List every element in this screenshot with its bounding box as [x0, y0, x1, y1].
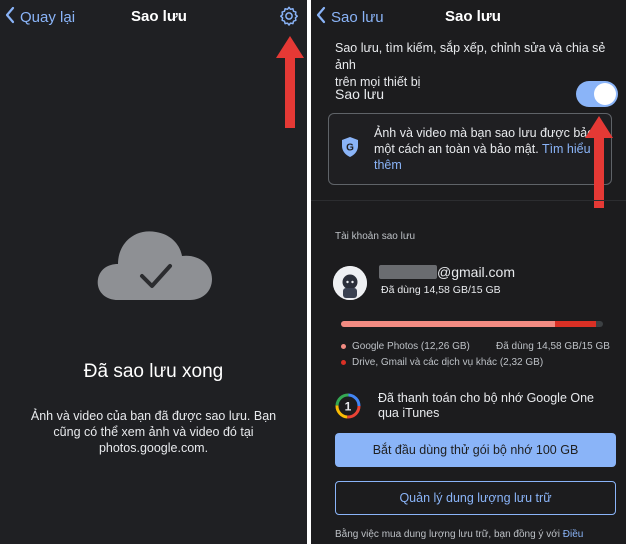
settings-button[interactable]: [278, 5, 300, 32]
avatar: [333, 266, 367, 300]
account-usage: Đã dùng 14,58 GB/15 GB: [381, 284, 501, 296]
paid-line: qua iTunes: [378, 406, 440, 420]
desc-line: cũng có thể xem ảnh và video đó tại: [53, 425, 254, 439]
backup-toggle-label: Sao lưu: [335, 86, 385, 102]
paid-info: Đã thanh toán cho bộ nhớ Google One qua …: [378, 391, 618, 421]
desc-line: Ảnh và video của bạn đã được sao lưu. Bạ…: [30, 409, 277, 423]
manage-storage-button[interactable]: Quản lý dung lượng lưu trữ: [335, 481, 616, 515]
gear-icon: [278, 6, 300, 31]
divider: [311, 200, 626, 201]
page-title: Sao lưu: [131, 8, 187, 25]
svg-text:G: G: [346, 143, 354, 154]
toggle-knob: [594, 83, 616, 105]
svg-text:1: 1: [345, 400, 352, 414]
back-button[interactable]: Sao lưu: [315, 6, 384, 28]
left-screen: Quay lại Sao lưu Đã sao lưu xong Ảnh và …: [0, 0, 307, 544]
backup-done-description: Ảnh và video của bạn đã được sao lưu. Bạ…: [0, 408, 307, 456]
back-label: Sao lưu: [331, 8, 384, 26]
annotation-arrow: [276, 36, 304, 133]
page-title: Sao lưu: [445, 8, 501, 25]
legend-used: Đã dùng 14,58 GB/15 GB: [496, 341, 610, 352]
annotation-arrow: [585, 116, 613, 213]
redacted-email: [379, 265, 437, 279]
learn-more-link[interactable]: thêm: [374, 157, 604, 173]
cloud-check-icon: [96, 222, 214, 309]
footer-terms: Bằng việc mua dung lượng lưu trữ, bạn đồ…: [335, 529, 583, 540]
security-info-text: Ảnh và video mà bạn sao lưu được bảo một…: [374, 125, 604, 173]
storage-bar-photos: [341, 321, 556, 327]
desc-line: photos.google.com.: [98, 441, 209, 455]
backup-intro: Sao lưu, tìm kiếm, sắp xếp, chỉnh sửa và…: [335, 40, 620, 91]
back-label: Quay lại: [20, 8, 76, 26]
intro-line: Sao lưu, tìm kiếm, sắp xếp, chỉnh sửa và…: [335, 41, 606, 72]
storage-bar-other: [555, 321, 596, 327]
info-line: một cách an toàn và bảo mật.: [374, 142, 539, 156]
legend-photos-label: Google Photos (12,26 GB): [352, 341, 470, 352]
chevron-left-icon: [4, 6, 16, 28]
legend-other: Drive, Gmail và các dịch vụ khác (2,32 G…: [341, 357, 543, 368]
backup-toggle[interactable]: [576, 81, 618, 107]
right-screen: Sao lưu Sao lưu Sao lưu, tìm kiếm, sắp x…: [311, 0, 626, 544]
google-one-icon: 1: [335, 393, 361, 424]
legend-dot: [341, 343, 346, 349]
back-button[interactable]: Quay lại: [4, 6, 75, 28]
paid-line: Đã thanh toán cho bộ nhớ Google One: [378, 391, 594, 405]
account-section-title: Tài khoản sao lưu: [335, 231, 416, 242]
google-shield-icon: G: [341, 136, 359, 163]
start-trial-button[interactable]: Bắt đầu dùng thử gói bộ nhớ 100 GB: [335, 433, 616, 467]
footer-text: Bằng việc mua dung lượng lưu trữ, bạn đồ…: [335, 529, 560, 540]
storage-bar: [341, 321, 603, 327]
account-email: @gmail.com: [437, 264, 516, 280]
info-line: Ảnh và video mà bạn sao lưu được bảo: [374, 126, 595, 140]
legend-photos: Google Photos (12,26 GB): [341, 341, 470, 352]
terms-link[interactable]: Điều: [563, 529, 584, 540]
legend-dot: [341, 359, 346, 365]
backup-done-title: Đã sao lưu xong: [83, 361, 224, 382]
chevron-left-icon: [315, 6, 327, 28]
security-info-card: G Ảnh và video mà bạn sao lưu được bảo m…: [328, 113, 612, 185]
learn-more-link[interactable]: Tìm hiểu: [542, 142, 591, 156]
legend-other-label: Drive, Gmail và các dịch vụ khác (2,32 G…: [352, 357, 544, 368]
